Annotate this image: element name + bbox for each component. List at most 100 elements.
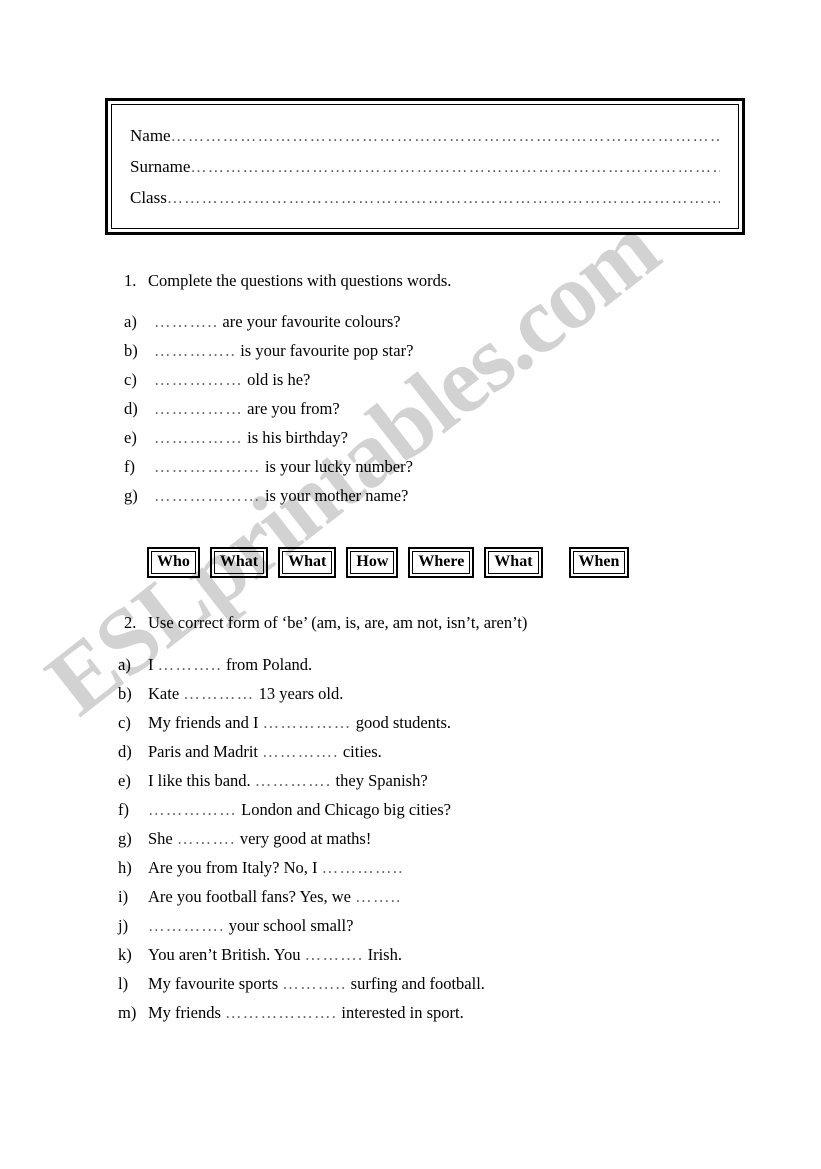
answer-blank[interactable]: ……….. bbox=[282, 974, 346, 993]
word-bank-box[interactable]: Who bbox=[147, 547, 200, 578]
answer-blank[interactable]: …………… bbox=[154, 399, 243, 418]
word-bank: Who What What How Where What When bbox=[147, 547, 639, 578]
list-item: b) ………….. is your favourite pop star? bbox=[124, 336, 413, 365]
student-info-box: Name ……………………………………………………………………………………………… bbox=[105, 98, 745, 235]
item-marker: e) bbox=[124, 428, 137, 447]
word-bank-box[interactable]: What bbox=[209, 547, 269, 578]
item-sentence: is your lucky number? bbox=[260, 457, 413, 476]
answer-blank[interactable]: ………. bbox=[177, 829, 236, 848]
list-item: a) I ……….. from Poland. bbox=[118, 650, 485, 679]
item-sentence-before: Paris and Madrit bbox=[148, 742, 263, 761]
word-bank-box[interactable]: When bbox=[568, 547, 630, 578]
item-sentence: is his birthday? bbox=[243, 428, 348, 447]
item-sentence-after: from Poland. bbox=[221, 655, 313, 674]
list-item: c) …………… old is he? bbox=[124, 365, 413, 394]
answer-blank[interactable]: ……………… bbox=[154, 457, 261, 476]
word-bank-box[interactable]: Where bbox=[408, 547, 475, 578]
worksheet-page: Name ……………………………………………………………………………………………… bbox=[0, 0, 821, 1169]
list-item: h) Are you from Italy? No, I ………….. bbox=[118, 853, 485, 882]
word-bank-box[interactable]: What bbox=[278, 547, 337, 578]
answer-blank[interactable]: ………………. bbox=[225, 1003, 337, 1022]
item-text: Kate ………… 13 years old. bbox=[148, 679, 343, 708]
item-marker: c) bbox=[118, 713, 131, 732]
item-text: …………… London and Chicago big cities? bbox=[148, 795, 451, 824]
list-item: g) ……………… is your mother name? bbox=[124, 481, 413, 510]
answer-blank[interactable]: ……….. bbox=[154, 312, 218, 331]
item-sentence-after: your school small? bbox=[224, 916, 354, 935]
item-marker: l) bbox=[118, 974, 129, 993]
item-sentence-before: Are you from Italy? No, I bbox=[148, 858, 322, 877]
item-sentence-after: cities. bbox=[338, 742, 382, 761]
item-marker: d) bbox=[118, 742, 132, 761]
item-sentence: are you from? bbox=[243, 399, 340, 418]
item-sentence-after: good students. bbox=[351, 713, 452, 732]
student-info-row-surname: Surname ……………………………………………………………………………………… bbox=[130, 152, 720, 183]
answer-blank[interactable]: …………. bbox=[148, 916, 225, 935]
item-text: I like this band. …………. they Spanish? bbox=[148, 766, 428, 795]
item-marker: j) bbox=[118, 916, 129, 935]
item-marker: f) bbox=[124, 457, 135, 476]
item-text: ……….. are your favourite colours? bbox=[154, 307, 401, 336]
item-marker: g) bbox=[118, 829, 132, 848]
word-bank-label: Who bbox=[151, 551, 196, 574]
name-label: Name bbox=[130, 126, 171, 145]
class-field[interactable]: …………………………………………………………………………………………………………… bbox=[167, 184, 720, 214]
item-text: ………….. is your favourite pop star? bbox=[154, 336, 413, 365]
item-sentence-before: She bbox=[148, 829, 177, 848]
answer-blank[interactable]: …….. bbox=[355, 887, 401, 906]
answer-blank[interactable]: ………… bbox=[183, 684, 254, 703]
list-item: e) …………… is his birthday? bbox=[124, 423, 413, 452]
answer-blank[interactable]: ………….. bbox=[322, 858, 404, 877]
list-item: f) …………… London and Chicago big cities? bbox=[118, 795, 485, 824]
item-marker: c) bbox=[124, 370, 137, 389]
surname-field[interactable]: …………………………………………………………………………………………………… bbox=[190, 153, 720, 183]
exercise-2-number: 2. bbox=[124, 613, 137, 632]
list-item: c) My friends and I …………… good students. bbox=[118, 708, 485, 737]
answer-blank[interactable]: ……….. bbox=[158, 655, 222, 674]
item-text: My friends ………………. interested in sport. bbox=[148, 998, 464, 1027]
word-bank-label: What bbox=[282, 551, 333, 574]
item-marker: f) bbox=[118, 800, 129, 819]
answer-blank[interactable]: ……………… bbox=[154, 486, 261, 505]
item-text: ……………… is your lucky number? bbox=[154, 452, 413, 481]
item-sentence-before: My friends and I bbox=[148, 713, 263, 732]
surname-label: Surname bbox=[130, 157, 191, 176]
answer-blank[interactable]: …………… bbox=[263, 713, 352, 732]
answer-blank[interactable]: …………… bbox=[148, 800, 237, 819]
name-field[interactable]: …………………………………………………………………………………………………………… bbox=[171, 122, 720, 152]
answer-blank[interactable]: …………… bbox=[154, 370, 243, 389]
answer-blank[interactable]: …………… bbox=[154, 428, 243, 447]
exercise-2-heading: 2. Use correct form of ‘be’ (am, is, are,… bbox=[124, 613, 527, 633]
item-sentence-before: My favourite sports bbox=[148, 974, 283, 993]
list-item: j) …………. your school small? bbox=[118, 911, 485, 940]
word-bank-box[interactable]: What bbox=[484, 547, 543, 578]
answer-blank[interactable]: …………. bbox=[262, 742, 339, 761]
item-marker: k) bbox=[118, 945, 132, 964]
answer-blank[interactable]: ………….. bbox=[154, 341, 236, 360]
student-info-row-class: Class …………………………………………………………………………………………… bbox=[130, 183, 720, 214]
word-bank-box[interactable]: How bbox=[346, 547, 399, 578]
item-text: …………… is his birthday? bbox=[154, 423, 348, 452]
item-marker: e) bbox=[118, 771, 131, 790]
item-sentence-before: I like this band. bbox=[148, 771, 255, 790]
item-text: Are you from Italy? No, I ………….. bbox=[148, 853, 404, 882]
item-text: Paris and Madrit …………. cities. bbox=[148, 737, 382, 766]
list-item: m) My friends ………………. interested in spor… bbox=[118, 998, 485, 1027]
answer-blank[interactable]: ………. bbox=[305, 945, 364, 964]
item-sentence-before: You aren’t British. You bbox=[148, 945, 305, 964]
item-sentence-after: 13 years old. bbox=[254, 684, 344, 703]
list-item: d) Paris and Madrit …………. cities. bbox=[118, 737, 485, 766]
answer-blank[interactable]: …………. bbox=[255, 771, 332, 790]
list-item: g) She ………. very good at maths! bbox=[118, 824, 485, 853]
item-sentence-after: they Spanish? bbox=[331, 771, 428, 790]
item-marker: b) bbox=[124, 341, 138, 360]
word-bank-label: How bbox=[350, 551, 395, 574]
item-sentence-before: I bbox=[148, 655, 158, 674]
class-label: Class bbox=[130, 188, 167, 207]
item-sentence-after: London and Chicago big cities? bbox=[237, 800, 451, 819]
exercise-1-list: a) ……….. are your favourite colours? b) … bbox=[124, 307, 413, 510]
item-sentence-after: interested in sport. bbox=[337, 1003, 464, 1022]
item-marker: a) bbox=[124, 312, 137, 331]
item-marker: m) bbox=[118, 1003, 137, 1022]
item-sentence-after: Irish. bbox=[363, 945, 402, 964]
